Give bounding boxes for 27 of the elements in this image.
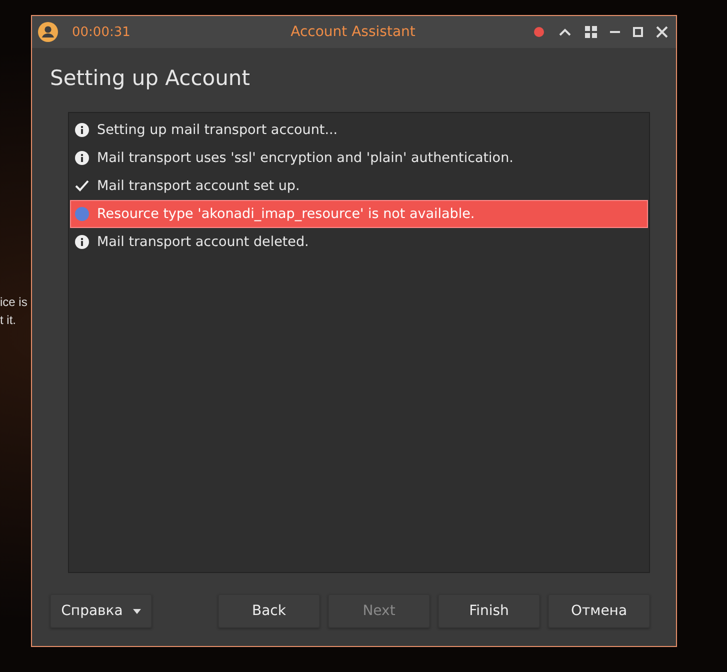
window-title: Account Assistant [290,24,416,40]
log-text: Mail transport uses 'ssl' encryption and 'plain' authentication. [97,150,514,166]
minimize-icon[interactable] [610,30,620,34]
info-icon [75,123,89,137]
log-text: Mail transport account set up. [97,178,300,194]
close-icon[interactable] [656,26,668,38]
user-icon[interactable] [38,22,58,42]
log-text: Setting up mail transport account... [97,122,338,138]
info-icon [75,151,89,165]
grid-icon[interactable] [585,26,598,38]
background-text: ice is [0,294,28,311]
error-icon [75,207,89,221]
dialog-button[interactable]: Back [218,594,320,628]
info-icon [75,235,89,249]
dialog-button[interactable]: Отмена [548,594,650,628]
chevron-up-icon[interactable] [558,27,572,37]
page-heading: Setting up Account [50,66,251,90]
log-text: Resource type 'akonadi_imap_resource' is not available. [97,206,475,222]
log-text: Mail transport account deleted. [97,234,309,250]
help-button[interactable]: Справка [50,594,152,628]
background-text: t it. [0,312,16,329]
record-icon[interactable] [533,26,546,38]
dialog-button[interactable]: Finish [438,594,540,628]
caret-icon [132,608,141,614]
maximize-icon[interactable] [633,27,644,37]
timer: 00:00:31 [72,24,130,40]
check-icon [75,179,89,193]
